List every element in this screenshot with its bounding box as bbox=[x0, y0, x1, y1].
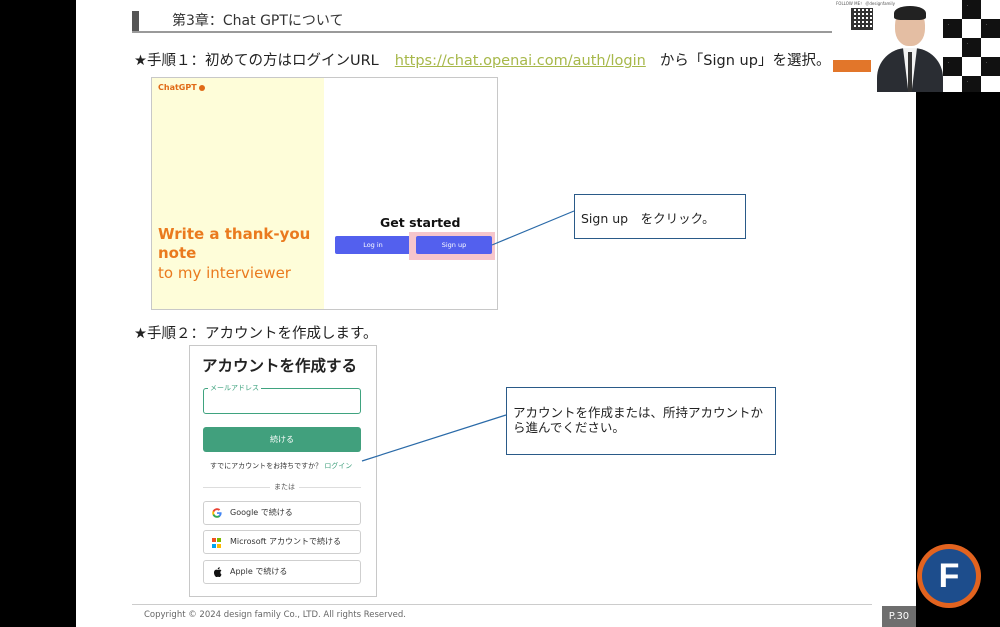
presenter-tie bbox=[908, 52, 912, 92]
chapter-header: 第3章：Chat GPTについて bbox=[132, 8, 832, 33]
have-account-text: すでにアカウントをお持ちですか？ ログイン bbox=[210, 461, 352, 471]
qr-code-icon bbox=[851, 8, 873, 30]
hero-regular-text: to my interviewer bbox=[158, 264, 291, 282]
get-started-heading: Get started bbox=[380, 215, 461, 230]
microsoft-icon bbox=[212, 538, 222, 548]
microsoft-label: Microsoft アカウントで続ける bbox=[230, 537, 341, 546]
step1-prefix: ★手順１：初めての方はログインURL bbox=[134, 53, 379, 69]
continue-button[interactable]: 続ける bbox=[203, 427, 361, 452]
login-button[interactable]: Log in bbox=[335, 236, 411, 254]
account-callout-connector bbox=[361, 414, 507, 462]
create-account-title: アカウントを作成する bbox=[202, 357, 358, 375]
logo-letter: F bbox=[922, 549, 976, 603]
apple-icon bbox=[212, 567, 222, 578]
chatgpt-login-screenshot: ChatGPT Write a thank-you note to my int… bbox=[151, 77, 498, 310]
slide: 第3章：Chat GPTについて ★手順１：初めての方はログインURL https… bbox=[76, 0, 916, 627]
presenter-webcam: FOLLOW ME！ ＠designfamily bbox=[833, 0, 1000, 92]
signup-callout: Sign up をクリック。 bbox=[574, 194, 746, 239]
login-url-link[interactable]: https://chat.openai.com/auth/login bbox=[395, 53, 646, 69]
signup-callout-connector bbox=[491, 210, 575, 246]
have-account-label: すでにアカウントをお持ちですか？ bbox=[210, 462, 323, 470]
login-link[interactable]: ログイン bbox=[324, 462, 352, 470]
step2-text: ★手順２：アカウントを作成します。 bbox=[134, 326, 378, 342]
google-label: Google で続ける bbox=[230, 508, 293, 517]
step1-text: ★手順１：初めての方はログインURL https://chat.openai.co… bbox=[134, 49, 830, 70]
create-account-screenshot: アカウントを作成する メールアドレス 続ける すでにアカウントをお持ちですか？ … bbox=[189, 345, 377, 597]
hero-bold-text: Write a thank-you note bbox=[158, 225, 311, 262]
brand-dot-icon bbox=[198, 84, 205, 91]
name-banner bbox=[833, 60, 871, 72]
page-number: P.30 bbox=[882, 606, 916, 627]
brand-text: ChatGPT bbox=[158, 83, 197, 92]
apple-continue-button[interactable]: Apple で続ける bbox=[203, 560, 361, 584]
checker-backdrop bbox=[943, 0, 1000, 92]
or-text: または bbox=[270, 482, 299, 492]
email-label: メールアドレス bbox=[208, 383, 261, 393]
copyright-text: Copyright © 2024 design family Co., LTD.… bbox=[144, 610, 407, 620]
hero-panel: ChatGPT Write a thank-you note to my int… bbox=[152, 78, 324, 309]
company-logo-icon: F bbox=[917, 544, 981, 608]
google-icon bbox=[212, 508, 222, 518]
presenter-hair bbox=[894, 6, 926, 20]
apple-label: Apple で続ける bbox=[230, 567, 288, 576]
presenter-figure bbox=[877, 4, 943, 92]
chatgpt-brand: ChatGPT bbox=[158, 83, 205, 92]
create-account-callout: アカウントを作成または、所持アカウントから進んでください。 bbox=[506, 387, 776, 455]
chapter-title: 第3章：Chat GPTについて bbox=[172, 13, 344, 29]
google-continue-button[interactable]: Google で続ける bbox=[203, 501, 361, 525]
signup-button[interactable]: Sign up bbox=[416, 236, 492, 254]
microsoft-continue-button[interactable]: Microsoft アカウントで続ける bbox=[203, 530, 361, 554]
step1-suffix: から「Sign up」を選択。 bbox=[659, 53, 831, 69]
footer-divider bbox=[132, 604, 872, 605]
